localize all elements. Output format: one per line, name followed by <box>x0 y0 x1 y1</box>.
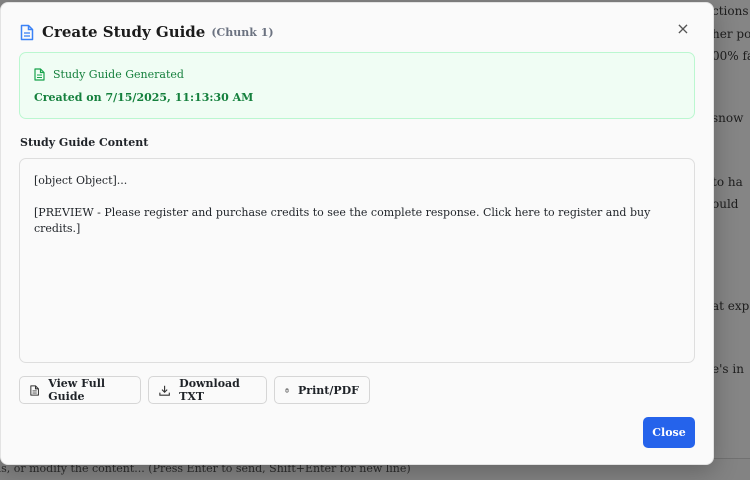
document-icon <box>20 24 34 40</box>
dialog-title: Create Study Guide <box>42 23 206 41</box>
content-label: Study Guide Content <box>20 136 149 149</box>
action-buttons: View Full Guide Download TXT Print/PDF <box>19 376 370 404</box>
close-button[interactable]: Close <box>643 417 695 448</box>
success-title-row: Study Guide Generated <box>34 68 184 81</box>
download-txt-button[interactable]: Download TXT <box>148 376 267 404</box>
create-study-guide-dialog: Create Study Guide (Chunk 1) × Study Gui… <box>0 2 714 465</box>
view-full-guide-button[interactable]: View Full Guide <box>19 376 141 404</box>
dialog-subtitle: (Chunk 1) <box>211 25 274 39</box>
document-icon <box>30 384 39 396</box>
success-banner: Study Guide Generated Created on 7/15/20… <box>19 52 695 119</box>
download-txt-label: Download TXT <box>179 377 240 403</box>
document-icon <box>34 68 45 81</box>
view-full-guide-label: View Full Guide <box>48 377 106 403</box>
created-timestamp: Created on 7/15/2025, 11:13:30 AM <box>34 91 254 104</box>
printer-icon <box>285 388 289 392</box>
success-title: Study Guide Generated <box>53 68 184 81</box>
content-text: [object Object]... <box>34 174 128 187</box>
preview-notice[interactable]: [PREVIEW - Please register and purchase … <box>34 205 680 237</box>
print-pdf-label: Print/PDF <box>298 383 359 397</box>
dialog-header: Create Study Guide (Chunk 1) × <box>20 19 694 43</box>
print-pdf-button[interactable]: Print/PDF <box>274 376 370 404</box>
study-guide-content[interactable]: [object Object]... [PREVIEW - Please reg… <box>19 158 695 363</box>
close-icon[interactable]: × <box>672 17 694 39</box>
download-icon <box>159 385 170 396</box>
